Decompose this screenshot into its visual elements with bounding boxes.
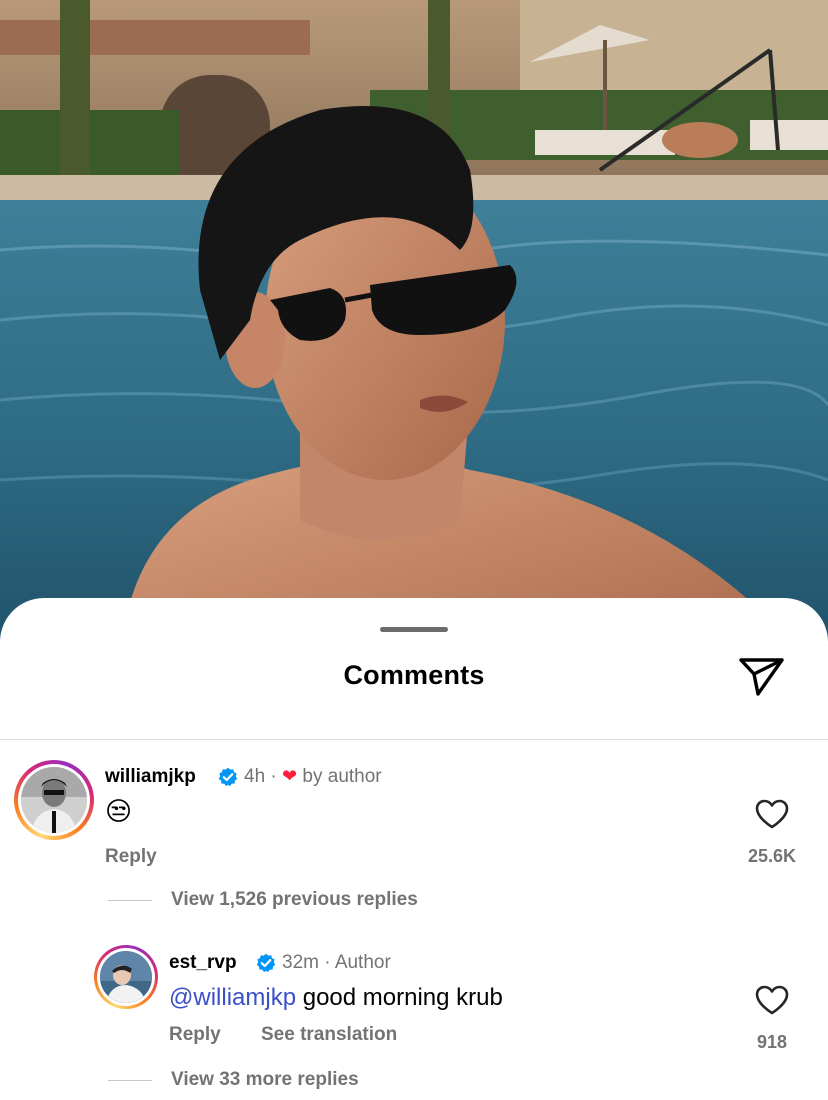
author-liked-heart-icon: ❤ [282,766,298,786]
comment-time: 32m [282,952,319,973]
comment-username[interactable]: est_rvp [169,952,237,974]
replies-thread-line [108,1080,152,1081]
heart-outline-icon [755,985,789,1015]
comment-text: @williamjkp good morning krub [169,984,503,1012]
reply-button[interactable]: Reply [105,846,157,868]
author-tag: Author [334,952,391,973]
mention-link[interactable]: @williamjkp [169,984,296,1011]
see-translation-button[interactable]: See translation [261,1024,397,1046]
send-icon [739,658,784,696]
sheet-grabber-handle[interactable] [380,627,448,632]
like-button[interactable] [754,984,790,1016]
comment-text: 😒 [105,797,133,827]
meta-separator: · [270,766,277,787]
comment-meta: 4h · ❤ by author [244,766,382,788]
avatar-photo [21,767,87,833]
share-button[interactable] [736,654,786,698]
comment-meta: 32m · Author [282,952,391,974]
reply-button[interactable]: Reply [169,1024,221,1046]
meta-separator: · [324,952,331,973]
like-count: 918 [756,1032,788,1052]
avatar[interactable] [94,945,158,1009]
heart-outline-icon [755,799,789,829]
comment-body: good morning krub [296,984,503,1011]
like-count: 25.6K [747,846,797,866]
avatar[interactable] [14,760,94,840]
like-button[interactable] [754,798,790,830]
header-divider [0,739,828,740]
view-replies-button[interactable]: View 33 more replies [171,1069,359,1091]
post-photo [0,0,828,660]
comment-time: 4h [244,766,266,787]
replies-thread-line [108,900,152,901]
verified-badge-icon [256,953,276,973]
avatar-photo [100,951,152,1003]
sheet-title: Comments [343,660,485,690]
verified-badge-icon [218,767,238,787]
view-replies-button[interactable]: View 1,526 previous replies [171,889,418,911]
liked-by-author-label: by author [302,766,382,787]
comment-username[interactable]: williamjkp [105,766,196,788]
